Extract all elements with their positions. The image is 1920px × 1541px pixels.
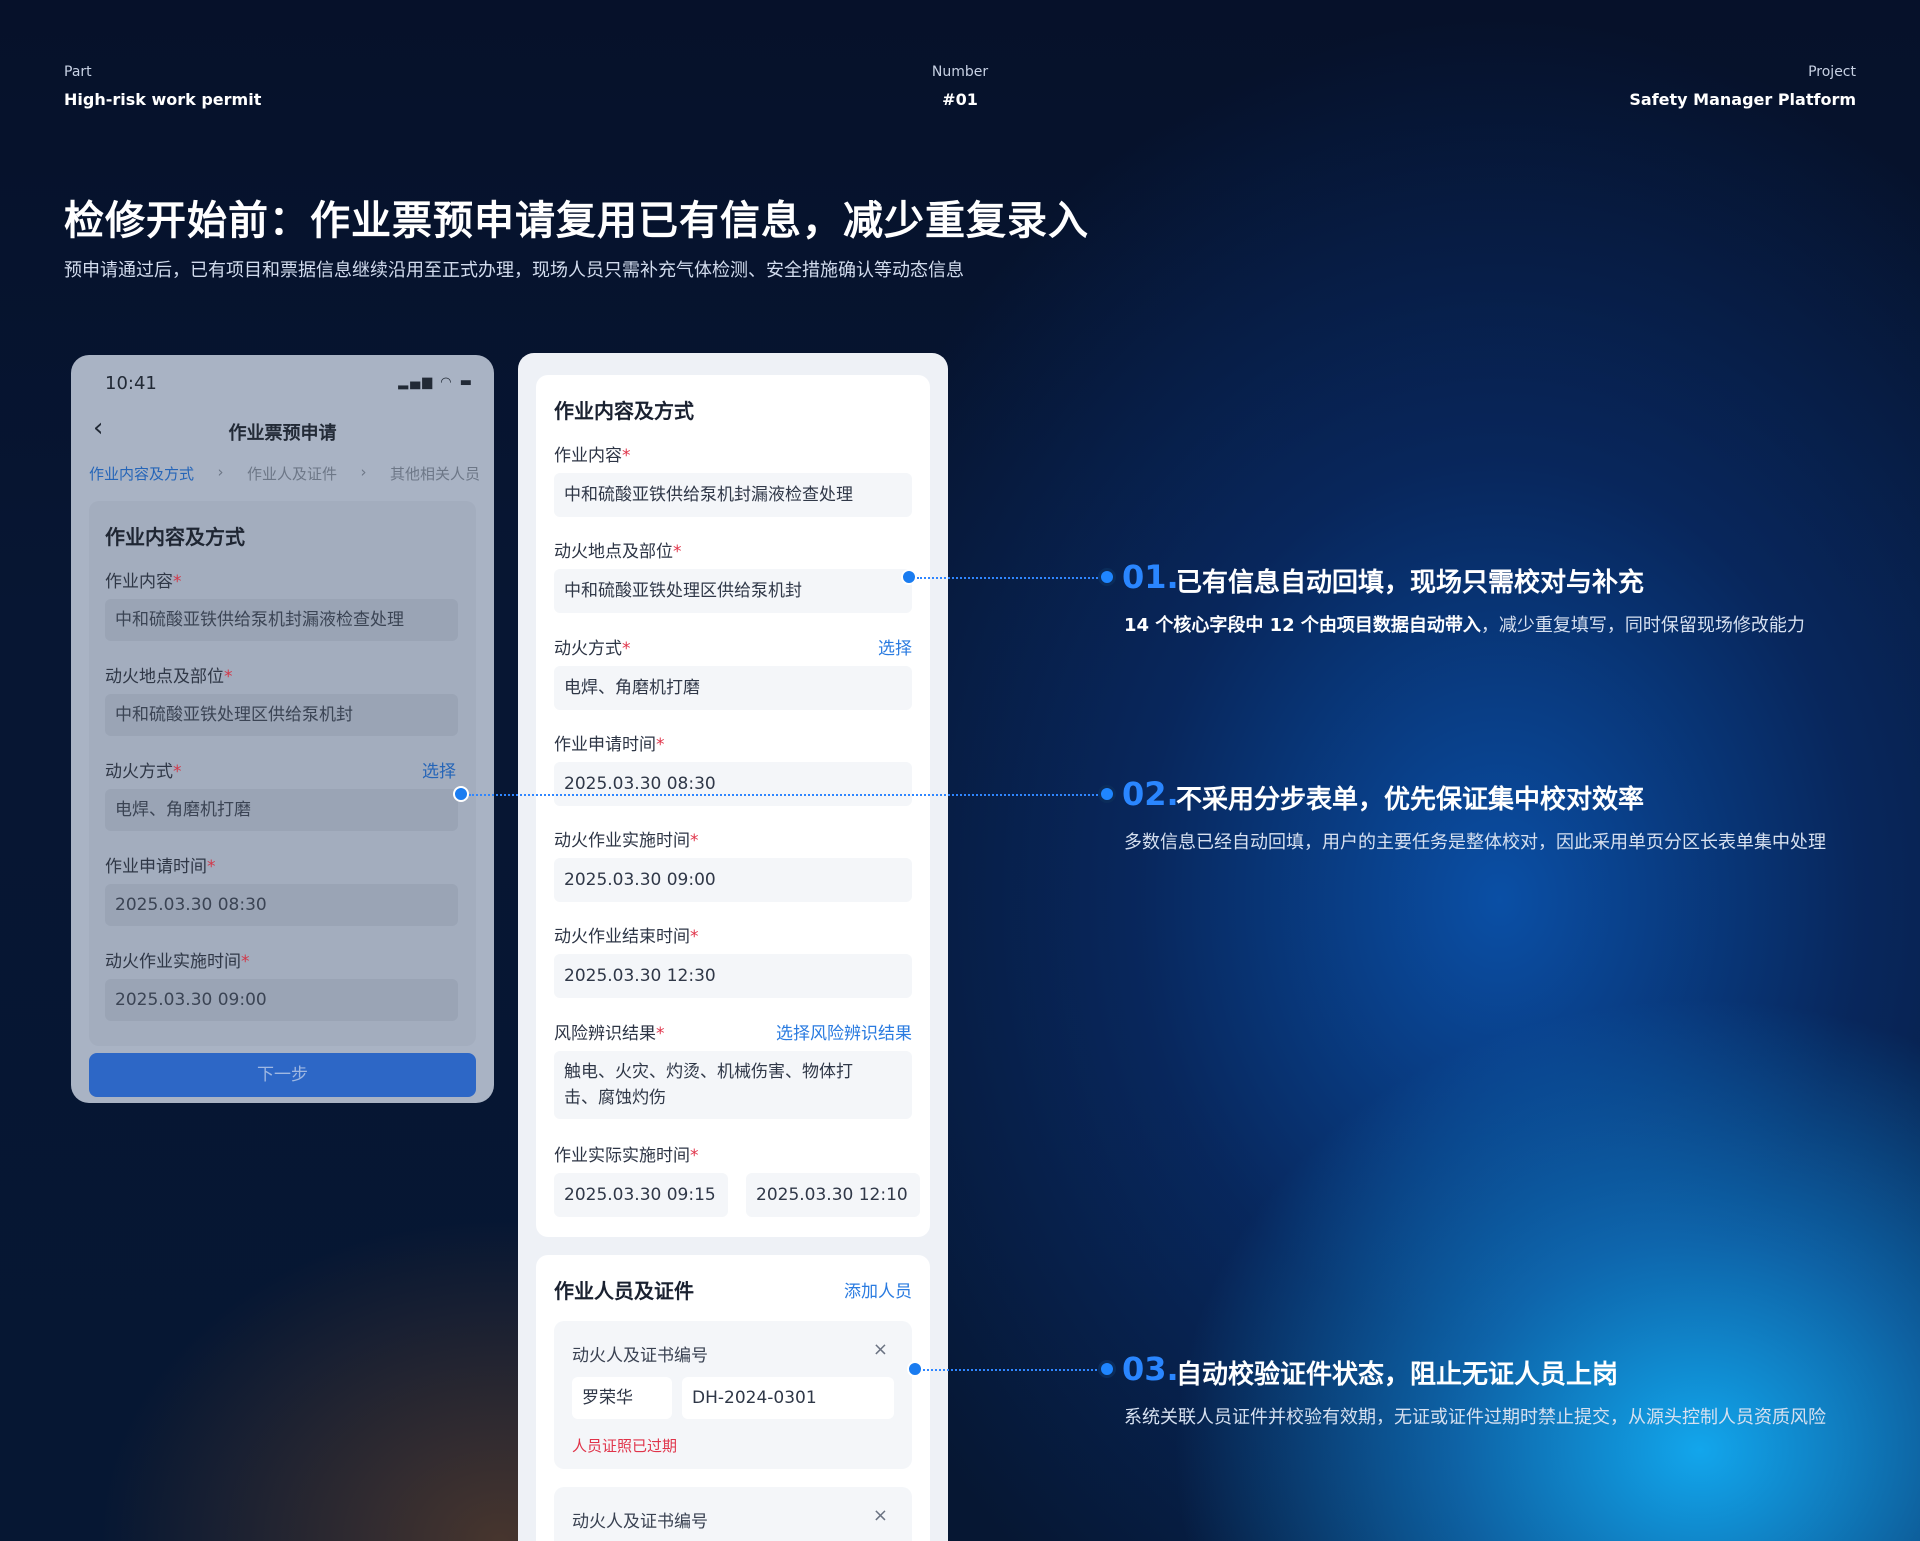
- phone-method-label: 动火方式*: [105, 762, 182, 782]
- person-cert-input[interactable]: DH-2024-0301: [682, 1377, 894, 1419]
- note-1-number: 01.: [1122, 558, 1179, 596]
- chevron-right-icon: ›: [217, 463, 224, 481]
- location-input[interactable]: 中和硫酸亚铁处理区供给泵机封: [554, 569, 912, 613]
- apply-time-input[interactable]: 2025.03.30 08:30: [554, 762, 912, 806]
- content-card: 作业内容及方式 作业内容* 中和硫酸亚铁供给泵机封漏液检查处理 动火地点及部位*…: [536, 375, 930, 1237]
- close-icon[interactable]: ×: [873, 1339, 888, 1360]
- step-others[interactable]: 其他相关人员: [390, 463, 480, 484]
- step-bar: 作业内容及方式 › 作业人及证件 › 其他相关人员: [89, 463, 480, 484]
- note-2-title: 不采用分步表单，优先保证集中校对效率: [1176, 785, 1645, 815]
- meta-project: Project Safety Manager Platform: [1629, 64, 1856, 109]
- end-time-label: 动火作业结束时间*: [554, 927, 699, 947]
- section-title-content: 作业内容及方式: [554, 399, 694, 423]
- note-1-desc: 14 个核心字段中 12 个由项目数据自动带入，减少重复填写，同时保留现场修改能…: [1124, 615, 1805, 636]
- phone-impl-time-input[interactable]: 2025.03.30 09:00: [105, 979, 458, 1021]
- method-select-link[interactable]: 选择: [878, 634, 912, 659]
- connector-dot: [1098, 785, 1116, 803]
- cert-expired-error: 人员证照已过期: [572, 1437, 678, 1455]
- actual-start-input[interactable]: 2025.03.30 09:15: [554, 1173, 728, 1217]
- connector-line: [917, 577, 1101, 579]
- meta-project-value: Safety Manager Platform: [1629, 90, 1856, 109]
- phone-section-title: 作业内容及方式: [105, 525, 245, 549]
- next-button[interactable]: 下一步: [89, 1053, 476, 1097]
- location-label: 动火地点及部位*: [554, 542, 682, 562]
- form-panel: 作业内容及方式 作业内容* 中和硫酸亚铁供给泵机封漏液检查处理 动火地点及部位*…: [518, 353, 948, 1541]
- risk-label: 风险辨识结果*: [554, 1024, 665, 1044]
- actual-end-input[interactable]: 2025.03.30 12:10: [746, 1173, 920, 1217]
- close-icon[interactable]: ×: [873, 1505, 888, 1526]
- impl-time-label: 动火作业实施时间*: [554, 831, 699, 851]
- phone-method-select-link[interactable]: 选择: [422, 757, 456, 782]
- phone-apply-time-input[interactable]: 2025.03.30 08:30: [105, 884, 458, 926]
- step-workers[interactable]: 作业人及证件: [247, 463, 337, 484]
- section-title-workers: 作业人员及证件: [554, 1279, 694, 1303]
- note-2-number: 02.: [1122, 775, 1179, 813]
- connector-dot: [1098, 1360, 1116, 1378]
- page-subtitle: 预申请通过后，已有项目和票据信息继续沿用至正式办理，现场人员只需补充气体检测、安…: [64, 260, 964, 281]
- phone-location-label: 动火地点及部位*: [105, 667, 233, 687]
- method-label: 动火方式*: [554, 639, 631, 659]
- connector-dot: [1098, 568, 1116, 586]
- person-card: 动火人及证书编号 ×: [554, 1487, 912, 1541]
- apply-time-label: 作业申请时间*: [554, 735, 665, 755]
- phone-title: 作业票预申请: [228, 423, 337, 444]
- phone-content-input[interactable]: 中和硫酸亚铁供给泵机封漏液检查处理: [105, 599, 458, 641]
- connector-line: [469, 794, 1101, 796]
- phone-mockup: 10:41 ▂▄▆ ◠ ▬ ‹ 作业票预申请 作业内容及方式 › 作业人及证件 …: [71, 355, 494, 1103]
- status-time: 10:41: [105, 373, 157, 394]
- person-label: 动火人及证书编号: [572, 1346, 708, 1366]
- meta-project-label: Project: [1808, 64, 1856, 80]
- method-input[interactable]: 电焊、角磨机打磨: [554, 666, 912, 710]
- phone-content-label: 作业内容*: [105, 572, 182, 592]
- risk-select-link[interactable]: 选择风险辨识结果: [776, 1019, 912, 1044]
- add-person-link[interactable]: 添加人员: [844, 1277, 912, 1302]
- note-3-number: 03.: [1122, 1350, 1179, 1388]
- phone-method-input[interactable]: 电焊、角磨机打磨: [105, 789, 458, 831]
- connector-dot: [901, 569, 917, 585]
- note-3-desc: 系统关联人员证件并校验有效期，无证或证件过期时禁止提交，从源头控制人员资质风险: [1124, 1407, 1826, 1428]
- content-label: 作业内容*: [554, 446, 631, 466]
- phone-apply-time-label: 作业申请时间*: [105, 857, 216, 877]
- phone-impl-time-label: 动火作业实施时间*: [105, 952, 250, 972]
- workers-card: 作业人员及证件 添加人员 动火人及证书编号 × 罗荣华 DH-2024-0301…: [536, 1255, 930, 1541]
- person-name-input[interactable]: 罗荣华: [572, 1377, 672, 1419]
- note-1-title: 已有信息自动回填，现场只需校对与补充: [1176, 568, 1645, 598]
- person-card: 动火人及证书编号 × 罗荣华 DH-2024-0301 人员证照已过期: [554, 1321, 912, 1469]
- note-3-title: 自动校验证件状态，阻止无证人员上岗: [1176, 1360, 1619, 1390]
- phone-location-input[interactable]: 中和硫酸亚铁处理区供给泵机封: [105, 694, 458, 736]
- content-input[interactable]: 中和硫酸亚铁供给泵机封漏液检查处理: [554, 473, 912, 517]
- impl-time-input[interactable]: 2025.03.30 09:00: [554, 858, 912, 902]
- connector-line: [923, 1369, 1101, 1371]
- connector-dot: [453, 786, 469, 802]
- risk-input[interactable]: 触电、火灾、灼烫、机械伤害、物体打击、腐蚀灼伤: [554, 1051, 912, 1119]
- end-time-input[interactable]: 2025.03.30 12:30: [554, 954, 912, 998]
- connector-dot: [907, 1361, 923, 1377]
- step-content[interactable]: 作业内容及方式: [89, 463, 194, 484]
- actual-time-label: 作业实际实施时间*: [554, 1146, 699, 1166]
- status-icons: ▂▄▆ ◠ ▬: [398, 375, 474, 390]
- note-2-desc: 多数信息已经自动回填，用户的主要任务是整体校对，因此采用单页分区长表单集中处理: [1124, 832, 1826, 853]
- chevron-right-icon: ›: [360, 463, 367, 481]
- person-label: 动火人及证书编号: [572, 1512, 708, 1532]
- page-title: 检修开始前：作业票预申请复用已有信息，减少重复录入: [64, 198, 1089, 244]
